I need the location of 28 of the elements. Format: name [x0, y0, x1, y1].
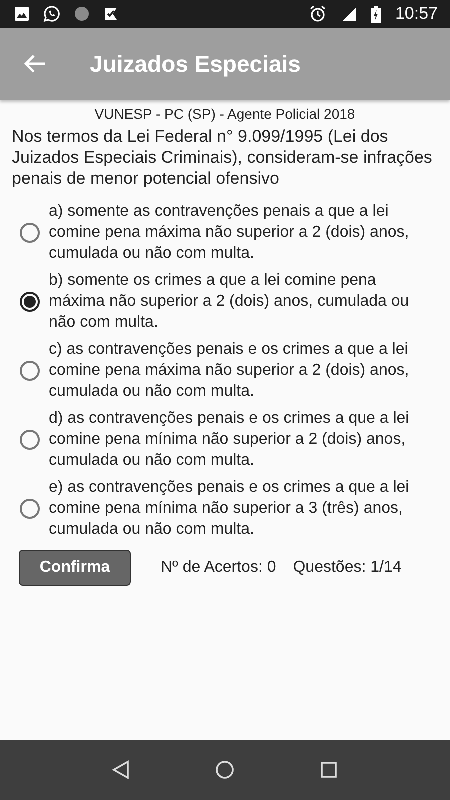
answer-option[interactable]: b) somente os crimes a que a lei comine pena máxima não superior a 2 (dois) anos, cumulada ou não com multa.: [49, 270, 421, 333]
answer-option[interactable]: a) somente as contravenções penais a que a lei comine pena máxima não superior a 2 (dois) anos, cumulada ou não com multa.: [49, 201, 421, 264]
flag-check-icon: [103, 6, 119, 22]
radio-button[interactable]: [20, 360, 40, 380]
chat-bubble-icon: [43, 5, 61, 23]
question-text: Nos termos da Lei Federal n° 9.099/1995 (Lei dos Juizados Especiais Criminais), consideram-se infrações penais de menor potencial ofensivo: [12, 126, 434, 189]
radio-button[interactable]: [20, 498, 40, 518]
radio-button[interactable]: [20, 222, 40, 242]
answer-option[interactable]: c) as contravenções penais e os crimes a que a lei comine pena máxima não superior a 2 (dois) anos, cumulada ou não com multa.: [49, 339, 421, 402]
screen-title: Juizados Especiais: [90, 50, 301, 78]
progress-text: Questões: 1/14: [293, 559, 402, 577]
clock-time: 10:57: [395, 4, 438, 24]
score-text: Nº de Acertos: 0: [161, 559, 276, 577]
confirm-button[interactable]: Confirma: [19, 550, 131, 586]
answer-option[interactable]: e) as contravenções penais e os crimes a que a lei comine pena mínima não superior a 3 (três) anos, cumulada ou não com multa.: [49, 477, 421, 540]
radio-button[interactable]: [20, 430, 40, 450]
question-source: VUNESP - PC (SP) - Agente Policial 2018: [94, 105, 356, 123]
home-circle-icon[interactable]: [214, 760, 235, 780]
circle-icon: [74, 6, 90, 22]
image-icon: [14, 6, 30, 22]
radio-button[interactable]: [20, 292, 40, 312]
signal-icon: [341, 6, 358, 22]
answer-option[interactable]: d) as contravenções penais e os crimes a que a lei comine pena mínima não superior a 2 (dois) anos, cumulada ou não com multa.: [49, 408, 421, 471]
recents-square-icon[interactable]: [320, 761, 338, 779]
alarm-icon: [309, 5, 328, 23]
back-triangle-icon[interactable]: [112, 760, 130, 780]
back-arrow-icon[interactable]: [24, 54, 46, 74]
battery-charging-icon: [371, 6, 382, 22]
